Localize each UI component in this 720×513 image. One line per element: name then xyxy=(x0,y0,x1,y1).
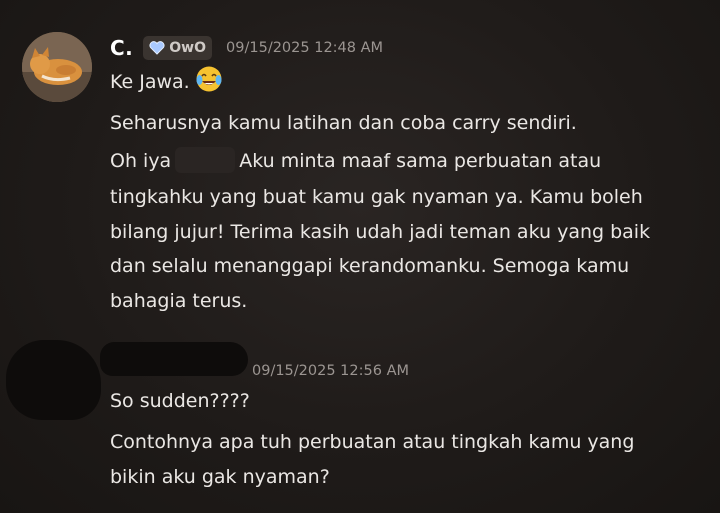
message-line: So sudden???? xyxy=(110,390,250,412)
timestamp[interactable]: 09/15/2025 12:48 AM xyxy=(226,40,383,56)
message-line: bahagia terus. xyxy=(110,290,248,312)
avatar[interactable] xyxy=(22,32,92,102)
redacted-name xyxy=(175,147,236,173)
server-tag-label: OwO xyxy=(169,40,207,56)
message-text: Oh iya xyxy=(110,150,172,172)
message-header: C. OwO 09/15/2025 12:48 AM xyxy=(110,34,383,62)
message-line: Seharusnya kamu latihan dan coba carry s… xyxy=(110,112,577,134)
message-line: Contohnya apa tuh perbuatan atau tingkah… xyxy=(110,431,635,453)
message-text: Ke Jawa. xyxy=(110,71,190,93)
message-line: bilang jujur! Terima kasih udah jadi tem… xyxy=(110,221,651,243)
heart-icon xyxy=(149,41,165,55)
message-line: bikin aku gak nyaman? xyxy=(110,466,330,488)
message-line: Oh iya Aku minta maaf sama perbuatan atau xyxy=(110,144,601,179)
message-line: Ke Jawa. xyxy=(110,64,224,100)
timestamp[interactable]: 09/15/2025 12:56 AM xyxy=(252,363,409,379)
username[interactable]: C. xyxy=(110,36,133,60)
message-text: Aku minta maaf sama perbuatan atau xyxy=(239,150,602,172)
message-line: dan selalu menanggapi kerandomanku. Semo… xyxy=(110,255,630,277)
message-line: tingkahku yang buat kamu gak nyaman ya. … xyxy=(110,186,643,208)
face-with-tears-of-joy-icon xyxy=(196,66,222,92)
cat-avatar-icon xyxy=(22,32,92,102)
message-header: 09/15/2025 12:56 AM xyxy=(252,357,409,385)
username-redacted xyxy=(100,342,248,376)
server-tag[interactable]: OwO xyxy=(143,36,213,60)
avatar-redacted xyxy=(6,340,101,420)
